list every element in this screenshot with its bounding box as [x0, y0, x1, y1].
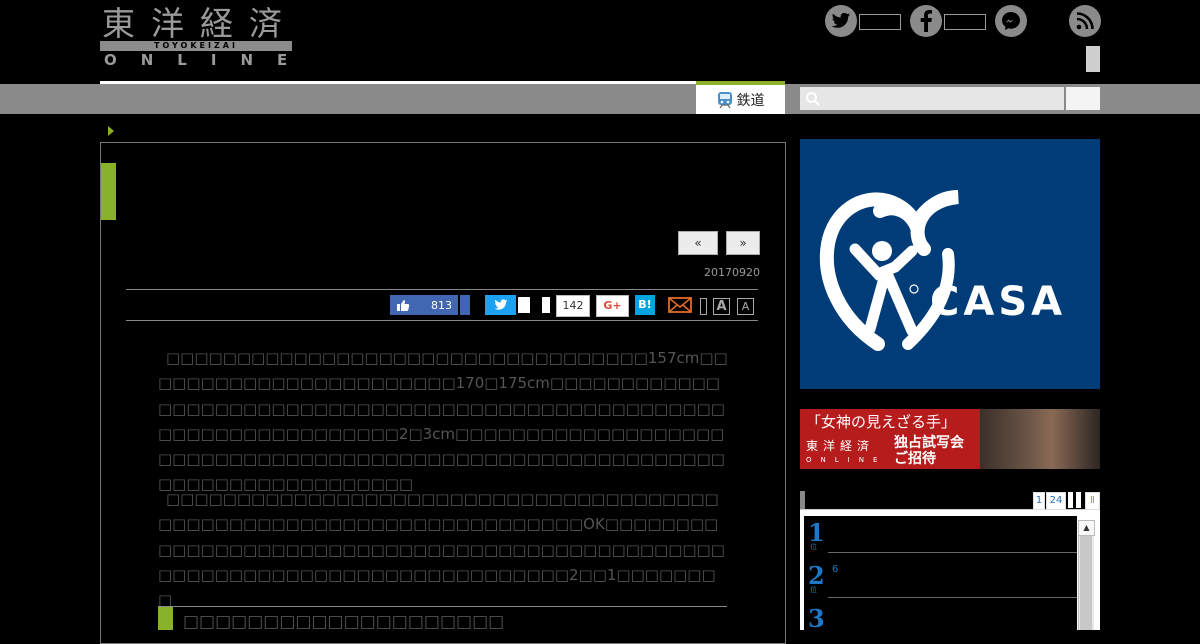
like-count: 813 [431, 298, 452, 312]
twitter-icon[interactable] [825, 5, 857, 37]
rank-item-text[interactable]: 6 [832, 564, 838, 575]
casa-heart-logo [819, 190, 960, 351]
train-icon [717, 91, 732, 108]
facebook-like-button[interactable]: 813 [390, 295, 458, 315]
ranking-tab-monthly[interactable] [1076, 492, 1081, 508]
prev-page-button[interactable]: « [678, 231, 718, 255]
ranking-list-body [804, 516, 1077, 630]
font-small-button[interactable]: A [737, 298, 754, 315]
thumbs-up-icon [397, 300, 410, 311]
movie-logo-online: ONLINE [806, 456, 887, 464]
site-logo[interactable]: 東洋経済 [102, 4, 292, 44]
scroll-up-button[interactable]: ▲ [1078, 520, 1095, 536]
article-date: 20170920 [704, 266, 760, 279]
header-menu-button[interactable] [1086, 46, 1100, 72]
tweet-count-box [518, 297, 530, 313]
ranking-tab-24h[interactable]: 24 [1046, 492, 1066, 510]
tweet-button[interactable] [485, 295, 516, 315]
article-paragraph: □□□□□□□□□□□□□□□□□□□□□□□□□□□□□□□□□□157cm□… [158, 349, 728, 494]
twitter-bird-icon [494, 299, 507, 310]
hatena-count: 142 [556, 295, 590, 317]
share-bar-top-rule [126, 289, 758, 290]
tab-railway-label: 鉄道 [736, 92, 765, 109]
rank-suffix: 位 [810, 543, 817, 551]
logo-subtitle: TOYOKEIZAI [154, 41, 238, 50]
font-large-button[interactable]: A [713, 298, 730, 315]
search-input[interactable] [800, 87, 1064, 110]
share-bar-bottom-rule [126, 320, 758, 321]
hatena-bookmark-button[interactable]: B! [635, 295, 655, 315]
logo-online: ONLINE [104, 51, 312, 69]
search-button[interactable] [1066, 87, 1100, 110]
ranking-tab-weekly[interactable] [1068, 492, 1073, 508]
print-button[interactable] [700, 298, 707, 315]
movie-title: 「女神の見えざる手」 [806, 413, 957, 431]
casa-ad-banner[interactable]: CASA [800, 139, 1100, 389]
twitter-count-box [859, 14, 901, 30]
mail-icon[interactable] [668, 296, 692, 314]
ranking-tab-1h[interactable]: 1 [1033, 492, 1045, 510]
article-paragraph: □□□□□□□□□□□□□□□□□□□□□□□□□□□□□□□□□□□□□□□□… [158, 490, 725, 610]
rank-suffix: 位 [810, 586, 817, 594]
movie-logo: 東洋経済 [806, 439, 875, 453]
google-plus-button[interactable]: G+ [596, 295, 629, 317]
movie-photo [980, 409, 1100, 469]
rank-divider [828, 597, 1077, 598]
search-icon [806, 92, 820, 106]
tab-railway[interactable]: 鉄道 [696, 85, 785, 114]
breadcrumb-arrow-icon [108, 126, 114, 136]
nav-top-rule [100, 81, 696, 84]
facebook-count-box [944, 14, 986, 30]
ranking-tab-extra[interactable]: Ⅱ [1085, 492, 1100, 510]
messenger-icon[interactable] [995, 5, 1027, 37]
next-page-button[interactable]: » [726, 231, 760, 255]
rss-icon[interactable] [1069, 5, 1101, 37]
article-subheading: □□□□□□□□□□□□□□□□□□□□ [183, 612, 505, 632]
subheading-rule [158, 606, 727, 607]
ranking-scroll-thumb[interactable] [1080, 536, 1092, 630]
ranking-header-mark [800, 491, 805, 511]
facebook-icon[interactable] [910, 5, 942, 37]
movie-invitation-banner[interactable]: 「女神の見えざる手」 東洋経済 ONLINE 独占試写会 ご招待 [800, 409, 1100, 469]
article-title-accent [101, 163, 116, 220]
rank-divider [828, 552, 1077, 553]
like-extension [460, 295, 470, 315]
subheading-accent [158, 607, 173, 630]
casa-text: CASA [930, 279, 1067, 325]
hatena-count-pointer [542, 297, 550, 313]
rank-number: 3 [808, 604, 825, 633]
movie-invite-text: 独占試写会 ご招待 [894, 435, 964, 467]
